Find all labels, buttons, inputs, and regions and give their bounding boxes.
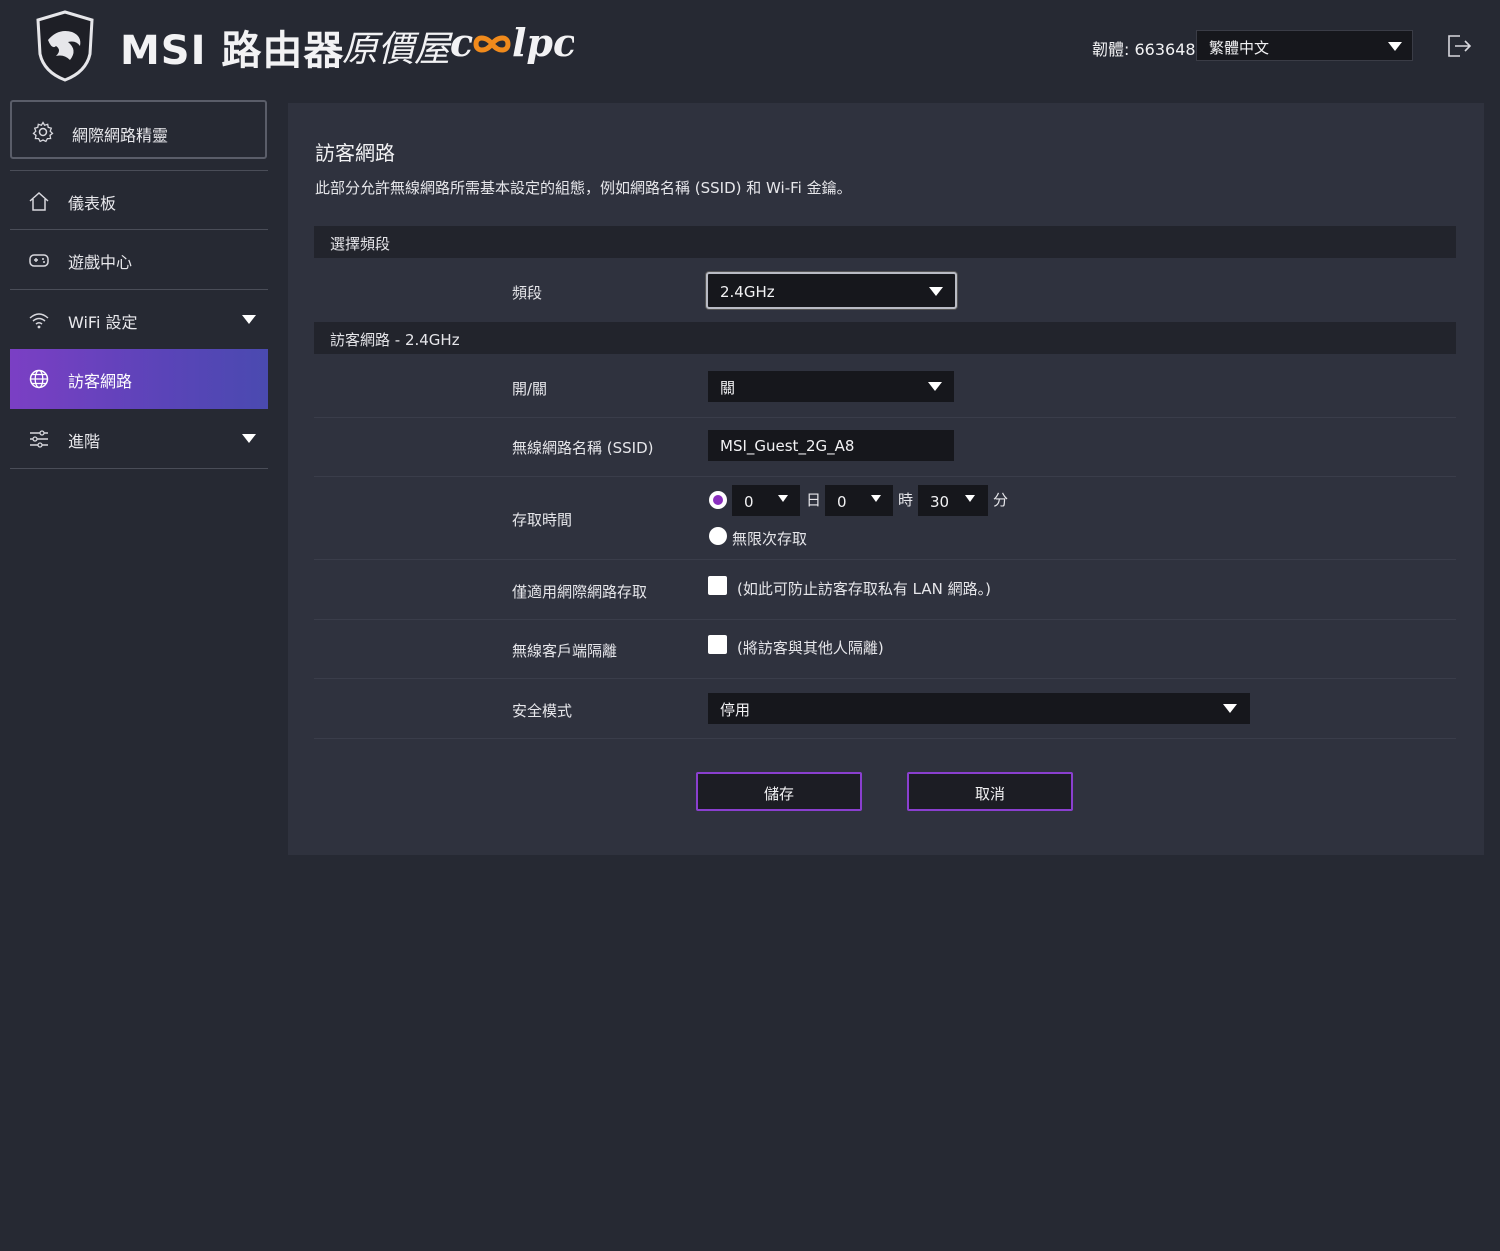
- gear-icon: [32, 121, 54, 143]
- band-label: 頻段: [512, 284, 543, 302]
- chevron-down-icon: [1223, 704, 1237, 713]
- row-divider: [314, 476, 1456, 477]
- minutes-select-value: 30: [930, 493, 950, 511]
- row-divider: [314, 559, 1456, 560]
- save-button[interactable]: 儲存: [696, 772, 862, 811]
- minutes-select[interactable]: 30: [918, 485, 988, 516]
- section-header-band: 選擇頻段: [314, 226, 1456, 258]
- hours-unit: 時: [898, 491, 914, 509]
- sidebar-item-label: 網際網路精靈: [72, 126, 169, 145]
- isolation-checkbox[interactable]: [708, 635, 727, 654]
- language-select-value: 繁體中文: [1209, 39, 1270, 57]
- days-select-value: 0: [744, 493, 754, 511]
- access-time-unlimited-radio[interactable]: [709, 527, 727, 545]
- sidebar-item-guest-network[interactable]: 訪客網路: [10, 349, 268, 409]
- internet-only-hint: (如此可防止訪客存取私有 LAN 網路。): [737, 580, 991, 598]
- sidebar-item-label: 遊戲中心: [68, 253, 133, 272]
- row-divider: [314, 417, 1456, 418]
- security-label: 安全模式: [512, 702, 573, 720]
- chevron-down-icon: [871, 495, 881, 502]
- sidebar-item-dashboard[interactable]: 儀表板: [10, 170, 268, 229]
- minutes-unit: 分: [993, 491, 1009, 509]
- sidebar-item-label: 儀表板: [68, 194, 117, 213]
- chevron-down-icon: [242, 434, 256, 443]
- home-icon: [29, 191, 49, 211]
- hours-select-value: 0: [837, 493, 847, 511]
- band-select[interactable]: 2.4GHz: [706, 272, 957, 309]
- section-header-guest: 訪客網路 - 2.4GHz: [314, 322, 1456, 354]
- cancel-button[interactable]: 取消: [907, 772, 1073, 811]
- sidebar-item-label: 訪客網路: [68, 372, 133, 391]
- brand-title: MSI 路由器: [120, 28, 345, 74]
- internet-only-label: 僅適用網際網路存取: [512, 583, 648, 601]
- row-divider: [314, 738, 1456, 739]
- logout-icon[interactable]: [1446, 33, 1472, 59]
- ssid-label: 無線網路名稱 (SSID): [512, 439, 654, 457]
- language-select[interactable]: 繁體中文: [1196, 30, 1413, 61]
- sidebar-item-internet-wizard[interactable]: 網際網路精靈: [10, 100, 267, 159]
- internet-only-checkbox[interactable]: [708, 576, 727, 595]
- onoff-select[interactable]: 關: [708, 371, 954, 402]
- chevron-down-icon: [928, 382, 942, 391]
- days-unit: 日: [806, 491, 822, 509]
- main-panel: 訪客網路 此部分允許無線網路所需基本設定的組態，例如網路名稱 (SSID) 和 …: [288, 103, 1484, 855]
- days-select[interactable]: 0: [732, 485, 800, 516]
- chevron-down-icon: [929, 287, 943, 296]
- msi-dragon-shield-logo: [36, 10, 94, 82]
- security-mode-select[interactable]: 停用: [708, 693, 1250, 724]
- svg-text:c: c: [450, 20, 473, 65]
- access-time-label: 存取時間: [512, 511, 573, 529]
- sidebar-item-label: 進階: [68, 432, 101, 451]
- onoff-select-value: 關: [720, 379, 736, 397]
- firmware-version: 韌體: 663648: [1092, 40, 1196, 59]
- partner-name: 原價屋: [342, 29, 451, 70]
- unlimited-label: 無限次存取: [732, 530, 808, 548]
- band-select-value: 2.4GHz: [720, 283, 775, 301]
- page-description: 此部分允許無線網路所需基本設定的組態，例如網路名稱 (SSID) 和 Wi-Fi…: [315, 179, 852, 197]
- access-time-limited-radio[interactable]: [709, 491, 727, 509]
- sliders-icon: [30, 430, 48, 448]
- ssid-input-value: MSI_Guest_2G_A8: [720, 437, 855, 455]
- svg-text:lpc: lpc: [512, 20, 574, 65]
- cancel-button-label: 取消: [974, 785, 1005, 803]
- save-button-label: 儲存: [763, 785, 794, 803]
- wifi-icon: [29, 313, 49, 329]
- page-title: 訪客網路: [315, 141, 395, 165]
- section-header-label: 訪客網路 - 2.4GHz: [330, 331, 460, 349]
- sidebar-item-label: WiFi 設定: [68, 313, 138, 332]
- isolation-label: 無線客戶端隔離: [512, 642, 618, 660]
- section-header-label: 選擇頻段: [330, 235, 391, 253]
- chevron-down-icon: [242, 315, 256, 324]
- onoff-label: 開/關: [512, 380, 548, 398]
- sidebar-item-gaming-center[interactable]: 遊戲中心: [10, 229, 268, 288]
- chevron-down-icon: [1388, 42, 1402, 51]
- chevron-down-icon: [965, 495, 975, 502]
- isolation-hint: (將訪客與其他人隔離): [737, 639, 884, 657]
- globe-icon: [29, 369, 49, 389]
- chevron-down-icon: [778, 495, 788, 502]
- gamepad-icon: [29, 254, 49, 267]
- sidebar-item-wifi-settings[interactable]: WiFi 設定: [10, 289, 268, 348]
- ssid-input[interactable]: MSI_Guest_2G_A8: [708, 430, 954, 461]
- header: MSI 路由器 原價屋 c lpc 韌體: 663648 繁體中文: [0, 0, 1500, 92]
- row-divider: [314, 619, 1456, 620]
- coolpc-logo: c lpc: [450, 20, 574, 65]
- security-mode-value: 停用: [720, 701, 751, 719]
- hours-select[interactable]: 0: [825, 485, 893, 516]
- row-divider: [314, 678, 1456, 679]
- sidebar-item-advanced[interactable]: 進階: [10, 409, 268, 468]
- sidebar-divider: [10, 468, 268, 469]
